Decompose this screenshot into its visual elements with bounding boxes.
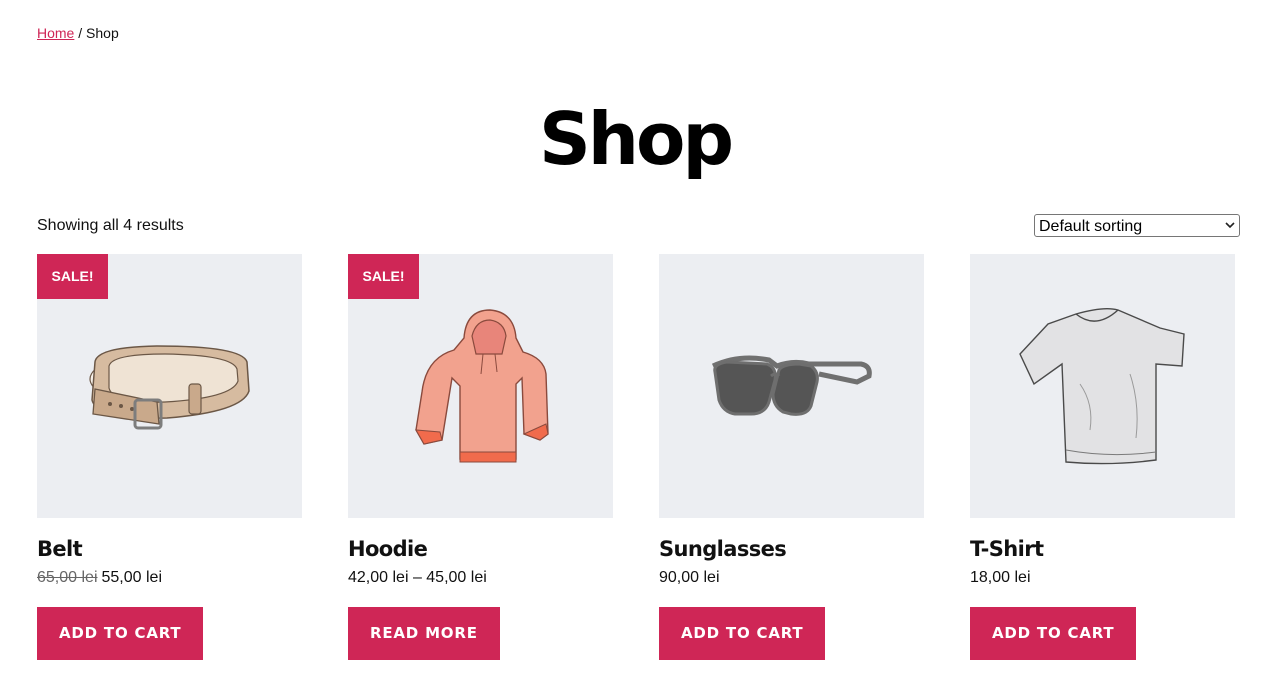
- product-title[interactable]: T-Shirt: [970, 536, 1044, 562]
- product-title[interactable]: Sunglasses: [659, 536, 787, 562]
- product-image-link[interactable]: SALE!: [37, 254, 302, 518]
- sort-select-value: Default sorting: [1039, 218, 1143, 235]
- chevron-down-icon: [1225, 222, 1235, 229]
- sale-badge: SALE!: [348, 254, 419, 299]
- breadcrumb-separator: /: [74, 25, 87, 41]
- product-price-old: 65,00 lei: [37, 569, 98, 586]
- add-to-cart-button[interactable]: ADD TO CART: [659, 607, 826, 660]
- product-title[interactable]: Hoodie: [348, 536, 428, 562]
- sunglasses-image: [711, 355, 872, 416]
- product-image-link[interactable]: [970, 254, 1235, 518]
- product-price: 18,00 lei: [970, 569, 1031, 586]
- sort-select[interactable]: Default sorting: [1034, 214, 1240, 237]
- add-to-cart-button[interactable]: ADD TO CART: [37, 607, 204, 660]
- read-more-button[interactable]: READ MORE: [348, 607, 500, 660]
- product-image-link[interactable]: [659, 254, 924, 518]
- product-card: SALE! Hoodie 42,00 lei – 45,00 lei READ …: [348, 254, 613, 660]
- product-image-link[interactable]: SALE!: [348, 254, 613, 518]
- result-count: Showing all 4 results: [37, 217, 184, 234]
- product-price: 65,00 lei 55,00 lei: [37, 568, 162, 588]
- shop-page: Home / Shop Shop Showing all 4 results D…: [0, 0, 1270, 698]
- product-price-current: 55,00 lei: [101, 569, 163, 586]
- product-card: T-Shirt 18,00 lei ADD TO CART: [970, 254, 1235, 660]
- product-price: 90,00 lei: [659, 569, 720, 586]
- add-to-cart-button[interactable]: ADD TO CART: [970, 607, 1137, 660]
- sale-badge: SALE!: [37, 254, 108, 299]
- tshirt-image: [1019, 307, 1185, 465]
- breadcrumb-home-link[interactable]: Home: [37, 25, 74, 41]
- product-card: Sunglasses 90,00 lei ADD TO CART: [659, 254, 924, 660]
- breadcrumb-current: Shop: [86, 25, 119, 41]
- page-title: Shop: [538, 97, 734, 181]
- product-card: SALE! Belt 65,00 lei 55,00 lei ADD TO CAR…: [37, 254, 302, 660]
- product-price: 42,00 lei – 45,00 lei: [348, 569, 487, 586]
- product-title[interactable]: Belt: [37, 536, 83, 562]
- breadcrumb: Home / Shop: [37, 24, 119, 42]
